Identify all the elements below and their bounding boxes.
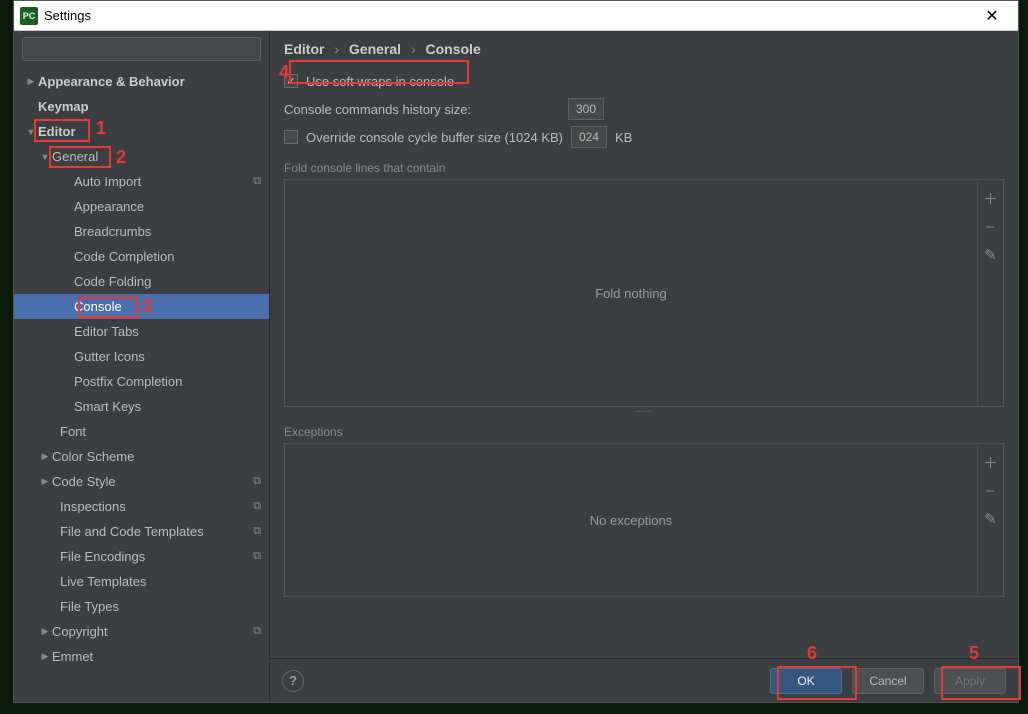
settings-tree: ▶Appearance & Behavior Keymap ▼Editor ▼G… xyxy=(14,67,269,702)
tree-emmet[interactable]: ▶Emmet xyxy=(14,644,269,669)
resize-grip[interactable]: ┄┄┄ xyxy=(284,407,1004,415)
close-button[interactable]: ✕ xyxy=(972,6,1012,26)
tree-appearance-behavior[interactable]: ▶Appearance & Behavior xyxy=(14,69,269,94)
tree-copyright[interactable]: ▶Copyright⧉ xyxy=(14,619,269,644)
apply-button[interactable]: Apply xyxy=(934,668,1006,694)
per-project-icon: ⧉ xyxy=(253,175,261,188)
tree-code-folding[interactable]: Code Folding xyxy=(14,269,269,294)
override-buffer-input[interactable] xyxy=(571,126,607,148)
use-soft-wraps-row[interactable]: Use soft wraps in console xyxy=(284,67,1004,95)
per-project-icon: ⧉ xyxy=(253,500,261,513)
titlebar: PC Settings ✕ xyxy=(14,1,1018,31)
per-project-icon: ⧉ xyxy=(253,550,261,563)
edit-icon[interactable]: ✎ xyxy=(984,246,997,264)
tree-gutter-icons[interactable]: Gutter Icons xyxy=(14,344,269,369)
tree-live-templates[interactable]: Live Templates xyxy=(14,569,269,594)
content-panel: Editor › General › Console Use soft wrap… xyxy=(270,31,1018,702)
override-buffer-unit: KB xyxy=(615,130,632,145)
breadcrumb-console: Console xyxy=(426,41,481,57)
add-icon[interactable]: ＋ xyxy=(983,188,998,209)
breadcrumb-general[interactable]: General xyxy=(349,41,401,57)
per-project-icon: ⧉ xyxy=(253,625,261,638)
tree-breadcrumbs[interactable]: Breadcrumbs xyxy=(14,219,269,244)
help-button[interactable]: ? xyxy=(282,670,304,692)
tree-smart-keys[interactable]: Smart Keys xyxy=(14,394,269,419)
remove-icon[interactable]: − xyxy=(986,483,995,500)
per-project-icon: ⧉ xyxy=(253,525,261,538)
history-size-input[interactable] xyxy=(568,98,604,120)
window-title: Settings xyxy=(44,8,972,23)
chevron-right-icon: › xyxy=(411,41,416,57)
edit-icon[interactable]: ✎ xyxy=(984,510,997,528)
tree-auto-import[interactable]: Auto Import⧉ xyxy=(14,169,269,194)
tree-appearance-sub[interactable]: Appearance xyxy=(14,194,269,219)
tree-font[interactable]: Font xyxy=(14,419,269,444)
tree-code-completion[interactable]: Code Completion xyxy=(14,244,269,269)
fold-panel-body: Fold nothing xyxy=(285,180,977,406)
button-bar: ? OK Cancel Apply xyxy=(270,658,1018,702)
breadcrumb: Editor › General › Console xyxy=(270,31,1018,61)
exceptions-panel: No exceptions ＋ − ✎ xyxy=(284,443,1004,597)
app-icon: PC xyxy=(20,7,38,25)
use-soft-wraps-label: Use soft wraps in console xyxy=(306,74,454,89)
dialog-body: 🔍 ▶Appearance & Behavior Keymap ▼Editor … xyxy=(14,31,1018,702)
exceptions-section-label: Exceptions xyxy=(284,425,1004,439)
override-buffer-label: Override console cycle buffer size (1024… xyxy=(306,130,563,145)
tree-console[interactable]: Console xyxy=(14,294,269,319)
fold-section-label: Fold console lines that contain xyxy=(284,161,1004,175)
settings-area: Use soft wraps in console Console comman… xyxy=(270,61,1018,658)
per-project-icon: ⧉ xyxy=(253,475,261,488)
breadcrumb-editor[interactable]: Editor xyxy=(284,41,324,57)
use-soft-wraps-checkbox[interactable] xyxy=(284,74,298,88)
tree-file-encodings[interactable]: File Encodings⧉ xyxy=(14,544,269,569)
fold-panel: Fold nothing ＋ − ✎ xyxy=(284,179,1004,407)
override-buffer-checkbox[interactable] xyxy=(284,130,298,144)
ok-button[interactable]: OK xyxy=(770,668,842,694)
tree-inspections[interactable]: Inspections⧉ xyxy=(14,494,269,519)
tree-keymap[interactable]: Keymap xyxy=(14,94,269,119)
remove-icon[interactable]: − xyxy=(986,219,995,236)
tree-postfix-completion[interactable]: Postfix Completion xyxy=(14,369,269,394)
chevron-right-icon: › xyxy=(334,41,339,57)
exceptions-panel-body: No exceptions xyxy=(285,444,977,596)
tree-general[interactable]: ▼General xyxy=(14,144,269,169)
history-size-label: Console commands history size: xyxy=(284,102,560,117)
cancel-button[interactable]: Cancel xyxy=(852,668,924,694)
tree-file-code-templates[interactable]: File and Code Templates⧉ xyxy=(14,519,269,544)
add-icon[interactable]: ＋ xyxy=(983,452,998,473)
tree-file-types[interactable]: File Types xyxy=(14,594,269,619)
sidebar: 🔍 ▶Appearance & Behavior Keymap ▼Editor … xyxy=(14,31,270,702)
tree-color-scheme[interactable]: ▶Color Scheme xyxy=(14,444,269,469)
tree-editor-tabs[interactable]: Editor Tabs xyxy=(14,319,269,344)
search-input[interactable] xyxy=(22,37,261,61)
settings-window: PC Settings ✕ 🔍 ▶Appearance & Behavior K… xyxy=(13,0,1019,703)
tree-code-style[interactable]: ▶Code Style⧉ xyxy=(14,469,269,494)
tree-editor[interactable]: ▼Editor xyxy=(14,119,269,144)
